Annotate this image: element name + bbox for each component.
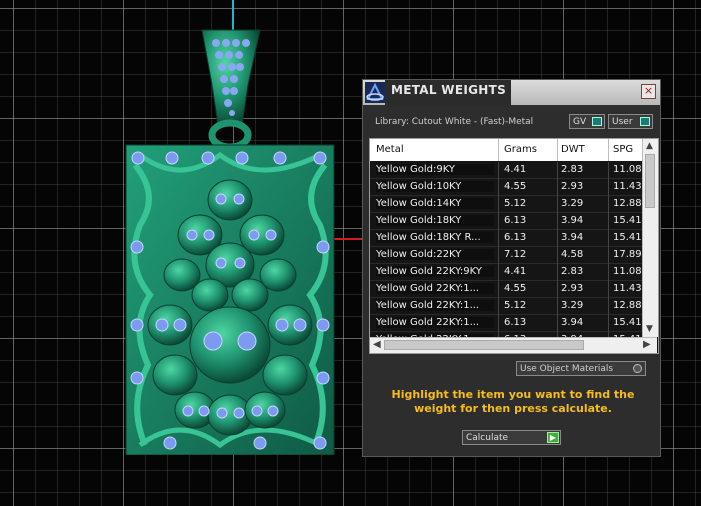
table-row[interactable]: Yellow Gold:18KY 6.13 3.94 15.41 — [370, 213, 642, 230]
use-object-materials-label: Use Object Materials — [520, 364, 614, 374]
cell-dwt: 3.94 — [561, 232, 584, 243]
user-label: User — [612, 117, 633, 127]
column-header-dwt[interactable]: DWT — [561, 144, 585, 155]
cell-dwt: 4.58 — [561, 249, 584, 260]
table-row[interactable]: Yellow Gold 22KY:9KY 4.41 2.83 11.08 — [370, 264, 642, 281]
gv-label: GV — [573, 117, 587, 127]
table-body: Yellow Gold:9KY 4.41 2.83 11.08 Yellow Gold:… — [370, 162, 642, 349]
cell-grams: 5.12 — [504, 198, 527, 209]
table-row[interactable]: Yellow Gold 22KY:1... 4.55 2.93 11.43 — [370, 281, 642, 298]
use-object-materials-checkbox[interactable]: Use Object Materials — [516, 361, 646, 376]
cell-spg: 11.43 — [613, 181, 642, 192]
cell-spg: 11.43 — [613, 283, 642, 294]
cell-metal: Yellow Gold 22KY:1... — [376, 300, 494, 311]
cell-grams: 6.13 — [504, 215, 527, 226]
cell-grams: 4.55 — [504, 181, 527, 192]
column-divider[interactable] — [498, 139, 499, 161]
cell-dwt: 3.29 — [561, 198, 584, 209]
cell-metal: Yellow Gold 22KY:1... — [376, 283, 494, 294]
column-header-metal[interactable]: Metal — [376, 144, 404, 155]
cell-metal: Yellow Gold:22KY — [376, 249, 494, 260]
play-icon: ▶ — [547, 432, 559, 443]
table-row[interactable]: Yellow Gold 22KY:1... 5.12 3.29 12.88 — [370, 298, 642, 315]
scroll-down-arrow-icon[interactable]: ▼ — [646, 324, 653, 334]
table-row[interactable]: Yellow Gold:10KY 4.55 2.93 11.43 — [370, 179, 642, 196]
cell-dwt: 2.83 — [561, 164, 584, 175]
dialog-title: METAL WEIGHTS — [391, 83, 507, 97]
cell-spg: 12.88 — [613, 300, 642, 311]
vertical-scroll-thumb[interactable] — [645, 154, 655, 208]
cell-metal: Yellow Gold 22KY:9KY — [376, 266, 494, 277]
cell-dwt: 2.83 — [561, 266, 584, 277]
cell-grams: 4.55 — [504, 283, 527, 294]
horizontal-scrollbar[interactable]: ◀ ▶ — [370, 337, 657, 353]
table-row[interactable]: Yellow Gold:18KY R... 6.13 3.94 15.41 — [370, 230, 642, 247]
column-header-spg[interactable]: SPG — [613, 144, 633, 155]
cell-dwt: 3.94 — [561, 317, 584, 328]
cell-grams: 6.13 — [504, 317, 527, 328]
dialog-titlebar[interactable]: METAL WEIGHTS × — [363, 80, 660, 105]
scroll-right-arrow-icon[interactable]: ▶ — [643, 339, 651, 350]
library-label: Library: Cutout White - (Fast)-Metal — [375, 117, 534, 127]
instruction-text: Highlight the item you want to find the … — [391, 388, 635, 415]
cell-spg: 12.88 — [613, 198, 642, 209]
cell-metal: Yellow Gold 22KY:1... — [376, 317, 494, 328]
user-toggle[interactable]: User — [608, 114, 653, 129]
cell-spg: 17.89 — [613, 249, 642, 260]
cell-spg: 11.08 — [613, 266, 642, 277]
table-row[interactable]: Yellow Gold:9KY 4.41 2.83 11.08 — [370, 162, 642, 179]
toggle-switch-icon — [640, 117, 650, 126]
horizontal-scroll-thumb[interactable] — [384, 340, 584, 350]
app-logo-icon — [365, 82, 385, 103]
vertical-scrollbar[interactable]: ▲ ▼ — [642, 139, 658, 337]
cell-grams: 4.41 — [504, 164, 527, 175]
close-button[interactable]: × — [641, 84, 656, 99]
cell-metal: Yellow Gold:14KY — [376, 198, 494, 209]
column-header-grams[interactable]: Grams — [504, 144, 537, 155]
gv-toggle[interactable]: GV — [569, 114, 605, 129]
column-line — [498, 162, 499, 338]
table-row[interactable]: Yellow Gold:14KY 5.12 3.29 12.88 — [370, 196, 642, 213]
column-line — [608, 162, 609, 338]
cell-grams: 6.13 — [504, 232, 527, 243]
calculate-button[interactable]: Calculate ▶ — [462, 430, 561, 445]
metal-weights-dialog: METAL WEIGHTS × Library: Cutout White - … — [362, 79, 661, 457]
cell-dwt: 3.94 — [561, 215, 584, 226]
calculate-label: Calculate — [466, 433, 509, 443]
cell-dwt: 2.93 — [561, 181, 584, 192]
toggle-switch-icon — [592, 117, 602, 126]
cell-metal: Yellow Gold:10KY — [376, 181, 494, 192]
radio-indicator-icon — [633, 364, 642, 373]
cell-grams: 7.12 — [504, 249, 527, 260]
cell-dwt: 2.93 — [561, 283, 584, 294]
cell-metal: Yellow Gold:18KY — [376, 215, 494, 226]
cell-dwt: 3.29 — [561, 300, 584, 311]
column-line — [557, 162, 558, 338]
cell-grams: 4.41 — [504, 266, 527, 277]
cell-spg: 15.41 — [613, 232, 642, 243]
column-divider[interactable] — [608, 139, 609, 161]
cell-spg: 15.41 — [613, 317, 642, 328]
cell-grams: 5.12 — [504, 300, 527, 311]
pendant-bail — [201, 29, 261, 151]
scroll-left-arrow-icon[interactable]: ◀ — [373, 339, 381, 350]
cell-metal: Yellow Gold:9KY — [376, 164, 494, 175]
table-header: Metal Grams DWT SPG — [370, 139, 642, 161]
skull-pendant-model[interactable] — [120, 25, 340, 455]
table-row[interactable]: Yellow Gold:22KY 7.12 4.58 17.89 — [370, 247, 642, 264]
cell-spg: 11.08 — [613, 164, 642, 175]
scroll-up-arrow-icon[interactable]: ▲ — [646, 141, 653, 151]
cell-spg: 15.41 — [613, 215, 642, 226]
cell-metal: Yellow Gold:18KY R... — [376, 232, 494, 243]
column-divider[interactable] — [557, 139, 558, 161]
table-row[interactable]: Yellow Gold 22KY:1... 6.13 3.94 15.41 — [370, 315, 642, 332]
metal-weights-table[interactable]: Metal Grams DWT SPG Yellow Gold:9KY 4.41 2… — [369, 138, 659, 354]
